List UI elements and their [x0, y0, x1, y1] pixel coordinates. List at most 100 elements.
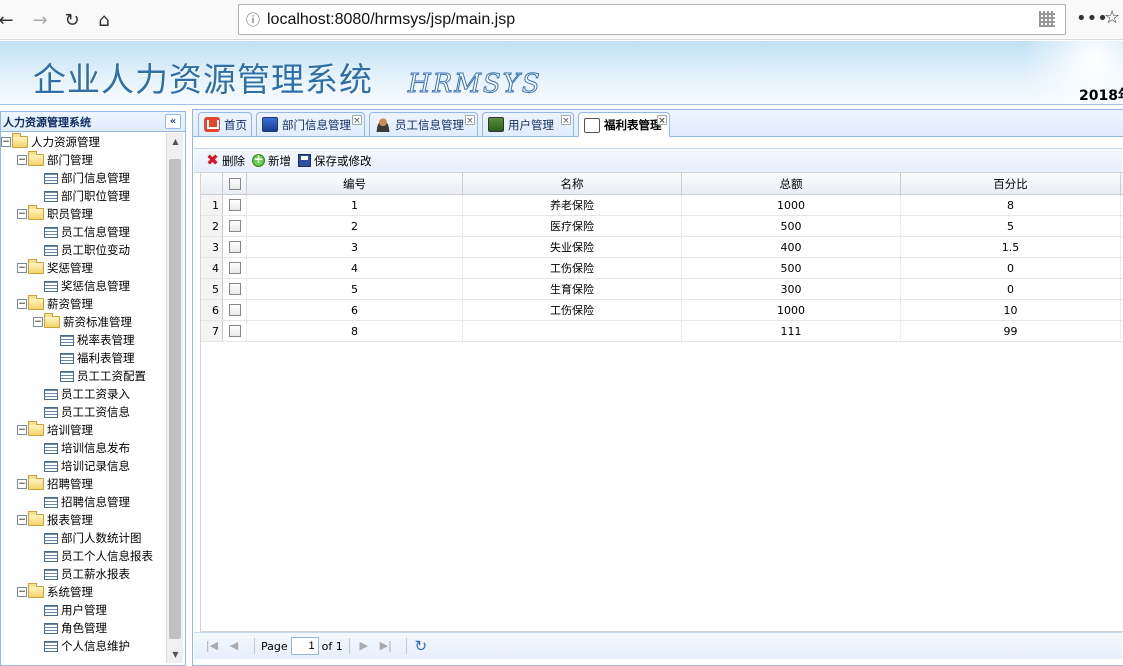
- cell-name[interactable]: 医疗保险: [463, 216, 682, 236]
- cell-total[interactable]: 400: [682, 237, 901, 257]
- tab-4[interactable]: 用户管理 ×: [482, 112, 574, 136]
- cell-total[interactable]: 1000: [682, 195, 901, 215]
- table-row[interactable]: 4 4 工伤保险 500 0: [201, 258, 1123, 279]
- tree-item[interactable]: − 薪资管理: [1, 295, 166, 313]
- cell-id[interactable]: 6: [247, 300, 463, 320]
- tab-3[interactable]: 员工信息管理 ×: [369, 112, 478, 136]
- cell-percent[interactable]: 10: [901, 300, 1121, 320]
- tree-item[interactable]: 个人信息维护: [1, 637, 166, 655]
- tree-toggle-icon[interactable]: −: [17, 479, 27, 489]
- column-header-name[interactable]: 名称: [463, 173, 682, 194]
- row-number[interactable]: 5: [201, 279, 223, 299]
- reload-button[interactable]: ↻: [58, 6, 86, 34]
- tree-toggle-icon[interactable]: −: [17, 515, 27, 525]
- cell-name[interactable]: 工伤保险: [463, 300, 682, 320]
- cell-name[interactable]: 工伤保险: [463, 258, 682, 278]
- table-row[interactable]: 3 3 失业保险 400 1.5: [201, 237, 1123, 258]
- tab-close-icon[interactable]: ×: [657, 115, 667, 126]
- row-checkbox[interactable]: [228, 220, 241, 232]
- table-row[interactable]: 7 8 111 99: [201, 321, 1123, 342]
- row-number[interactable]: 4: [201, 258, 223, 278]
- tree-item[interactable]: − 报表管理: [1, 511, 166, 529]
- cell-id[interactable]: 1: [247, 195, 463, 215]
- table-row[interactable]: 5 5 生育保险 300 0: [201, 279, 1123, 300]
- cell-percent[interactable]: 0: [901, 279, 1121, 299]
- tree-item[interactable]: − 职员管理: [1, 205, 166, 223]
- row-number[interactable]: 7: [201, 321, 223, 341]
- next-page-icon[interactable]: ▶: [356, 638, 372, 654]
- column-header-percent[interactable]: 百分比: [901, 173, 1121, 194]
- tab-close-icon[interactable]: ×: [465, 115, 475, 126]
- cell-total[interactable]: 500: [682, 258, 901, 278]
- first-page-icon[interactable]: |◀: [204, 638, 220, 654]
- row-number[interactable]: 3: [201, 237, 223, 257]
- tree-item[interactable]: − 部门管理: [1, 151, 166, 169]
- tree-toggle-icon[interactable]: −: [17, 263, 27, 273]
- tree-item[interactable]: − 系统管理: [1, 583, 166, 601]
- tree-item[interactable]: 奖惩信息管理: [1, 277, 166, 295]
- tree-item[interactable]: 部门人数统计图: [1, 529, 166, 547]
- tree-toggle-icon[interactable]: −: [17, 209, 27, 219]
- row-checkbox[interactable]: [228, 283, 241, 295]
- cell-id[interactable]: 2: [247, 216, 463, 236]
- tree-item[interactable]: 员工职位变动: [1, 241, 166, 259]
- tree-item[interactable]: − 招聘管理: [1, 475, 166, 493]
- tree-item[interactable]: 员工工资配置: [1, 367, 166, 385]
- tree-toggle-icon[interactable]: −: [17, 587, 27, 597]
- tab-close-icon[interactable]: ×: [352, 115, 362, 126]
- cell-percent[interactable]: 99: [901, 321, 1121, 341]
- tree-toggle-icon[interactable]: −: [17, 425, 27, 435]
- cell-percent[interactable]: 1.5: [901, 237, 1121, 257]
- row-number[interactable]: 1: [201, 195, 223, 215]
- tree-item[interactable]: 培训信息发布: [1, 439, 166, 457]
- tree-item[interactable]: 员工个人信息报表: [1, 547, 166, 565]
- column-header-total[interactable]: 总额: [682, 173, 901, 194]
- cell-percent[interactable]: 5: [901, 216, 1121, 236]
- page-number-input[interactable]: [290, 637, 319, 655]
- prev-page-icon[interactable]: ◀: [226, 638, 242, 654]
- cell-total[interactable]: 111: [682, 321, 901, 341]
- collapse-sidebar-button[interactable]: «: [165, 114, 181, 129]
- row-checkbox[interactable]: [228, 325, 241, 337]
- address-bar[interactable]: ⓘ localhost:8080/hrmsys/jsp/main.jsp: [238, 4, 1066, 35]
- row-number[interactable]: 6: [201, 300, 223, 320]
- cell-name[interactable]: 失业保险: [463, 237, 682, 257]
- refresh-icon[interactable]: ↻: [413, 638, 429, 654]
- tree-scrollbar[interactable]: ▲ ▼: [166, 133, 183, 663]
- cell-id[interactable]: 5: [247, 279, 463, 299]
- last-page-icon[interactable]: ▶|: [378, 638, 394, 654]
- tab-5[interactable]: 福利表管理 ×: [578, 112, 670, 137]
- tree-item[interactable]: 角色管理: [1, 619, 166, 637]
- table-row[interactable]: 6 6 工伤保险 1000 10: [201, 300, 1123, 321]
- scroll-up-arrow-icon[interactable]: ▲: [167, 133, 184, 150]
- row-checkbox[interactable]: [228, 262, 241, 274]
- tree-item[interactable]: 培训记录信息: [1, 457, 166, 475]
- tree-toggle-icon[interactable]: −: [17, 299, 27, 309]
- bookmark-star-icon[interactable]: ☆: [1104, 7, 1120, 28]
- row-number[interactable]: 2: [201, 216, 223, 236]
- tree-item[interactable]: − 奖惩管理: [1, 259, 166, 277]
- tree-item[interactable]: 员工工资录入: [1, 385, 166, 403]
- cell-total[interactable]: 500: [682, 216, 901, 236]
- tree-toggle-icon[interactable]: −: [33, 317, 43, 327]
- scroll-down-arrow-icon[interactable]: ▼: [167, 646, 184, 663]
- tree-item[interactable]: 员工薪水报表: [1, 565, 166, 583]
- delete-button[interactable]: ✖ 删除: [206, 153, 245, 169]
- cell-id[interactable]: 3: [247, 237, 463, 257]
- tree-item[interactable]: 招聘信息管理: [1, 493, 166, 511]
- tree-toggle-icon[interactable]: −: [1, 137, 11, 147]
- cell-total[interactable]: 300: [682, 279, 901, 299]
- select-all-checkbox[interactable]: [228, 177, 241, 190]
- tab-1[interactable]: 首页: [198, 112, 252, 136]
- cell-total[interactable]: 1000: [682, 300, 901, 320]
- tree-item[interactable]: 员工工资信息: [1, 403, 166, 421]
- tree-toggle-icon[interactable]: −: [17, 155, 27, 165]
- row-checkbox[interactable]: [228, 241, 241, 253]
- scroll-thumb[interactable]: [169, 159, 181, 639]
- cell-name[interactable]: [463, 321, 682, 341]
- tree-item[interactable]: 用户管理: [1, 601, 166, 619]
- tree-item[interactable]: 部门信息管理: [1, 169, 166, 187]
- info-icon[interactable]: ⓘ: [239, 10, 267, 30]
- tree-item[interactable]: 福利表管理: [1, 349, 166, 367]
- cell-name[interactable]: 养老保险: [463, 195, 682, 215]
